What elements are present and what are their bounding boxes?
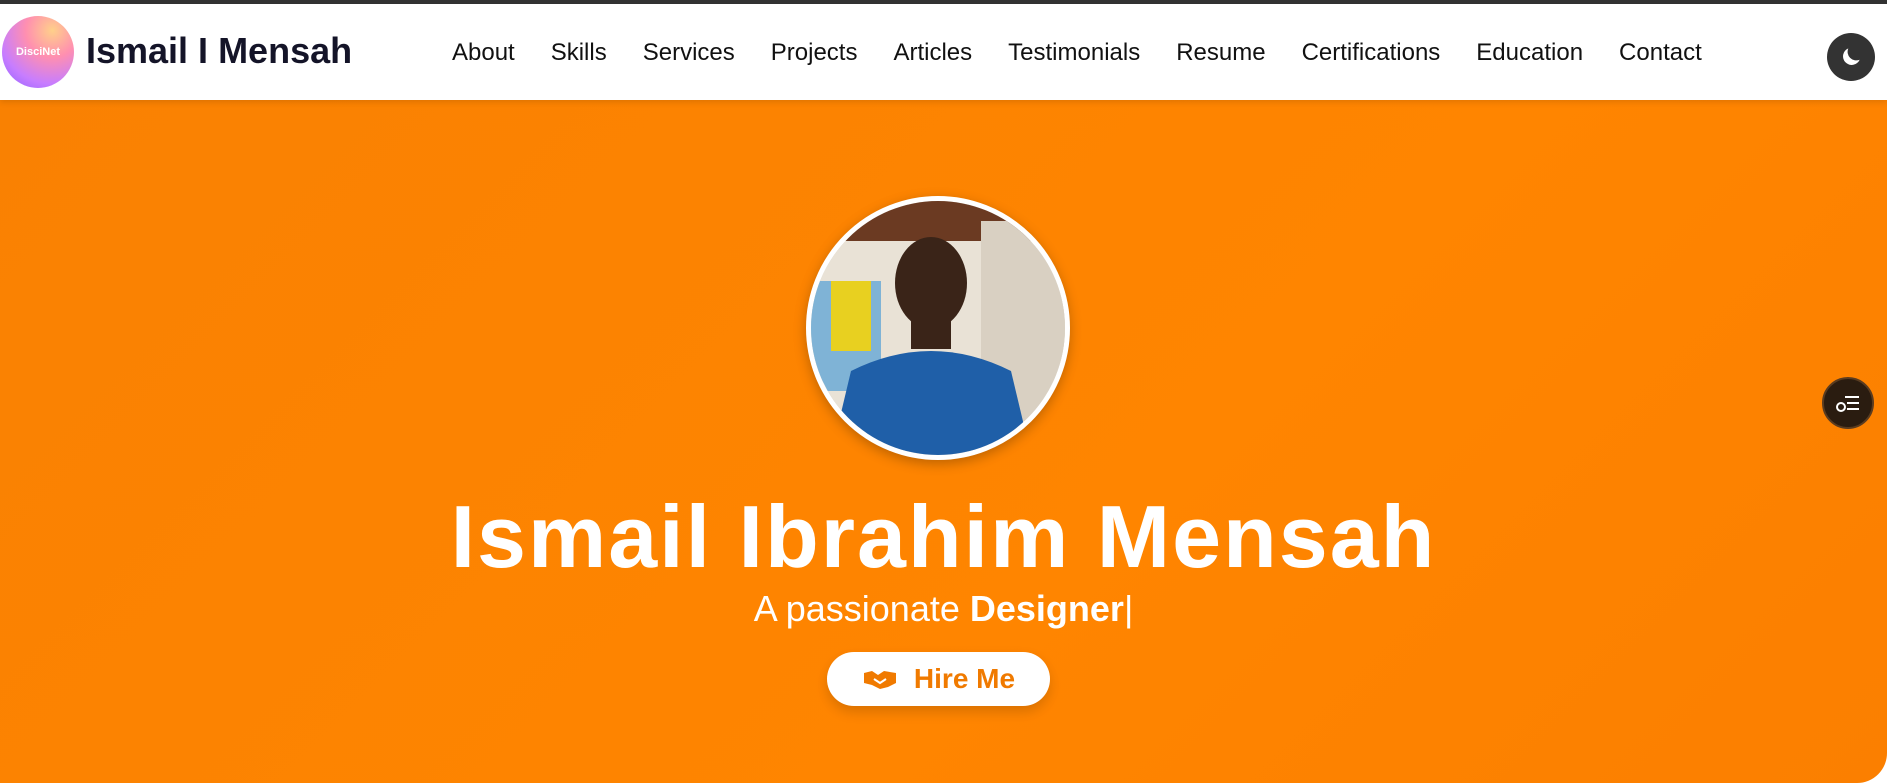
hire-me-label: Hire Me bbox=[913, 663, 1016, 694]
main-nav: About Skills Services Projects Articles … bbox=[452, 39, 1738, 67]
hire-me-button[interactable]: Hire Me bbox=[827, 652, 1050, 706]
side-menu-button[interactable] bbox=[1822, 377, 1874, 429]
moon-icon bbox=[1843, 48, 1860, 65]
nav-education[interactable]: Education bbox=[1476, 39, 1583, 67]
logo[interactable]: DisciNet bbox=[2, 16, 74, 88]
typing-cursor: | bbox=[1123, 588, 1134, 629]
nav-skills[interactable]: Skills bbox=[551, 39, 607, 67]
nav-projects[interactable]: Projects bbox=[771, 39, 858, 67]
avatar bbox=[806, 196, 1070, 460]
nav-testimonials[interactable]: Testimonials bbox=[1008, 39, 1140, 67]
menu-list-icon bbox=[1836, 396, 1859, 412]
nav-articles[interactable]: Articles bbox=[893, 39, 972, 67]
nav-resume[interactable]: Resume bbox=[1176, 39, 1265, 67]
hero-tagline: A passionate Designer| bbox=[0, 588, 1887, 630]
handshake-icon bbox=[863, 671, 896, 689]
tagline-role: Designer bbox=[969, 588, 1124, 629]
tagline-prefix: A passionate bbox=[753, 588, 970, 629]
navbar: DisciNet Ismail I Mensah About Skills Se… bbox=[0, 4, 1887, 100]
logo-text: DisciNet bbox=[15, 46, 61, 58]
nav-certifications[interactable]: Certifications bbox=[1302, 39, 1441, 67]
profile-photo bbox=[811, 201, 1065, 455]
nav-about[interactable]: About bbox=[452, 39, 515, 67]
nav-contact[interactable]: Contact bbox=[1619, 39, 1702, 67]
brand-name[interactable]: Ismail I Mensah bbox=[86, 30, 352, 72]
theme-toggle-button[interactable] bbox=[1827, 33, 1875, 81]
hero-name: Ismail Ibrahim Mensah bbox=[450, 487, 1437, 586]
nav-services[interactable]: Services bbox=[643, 39, 735, 67]
